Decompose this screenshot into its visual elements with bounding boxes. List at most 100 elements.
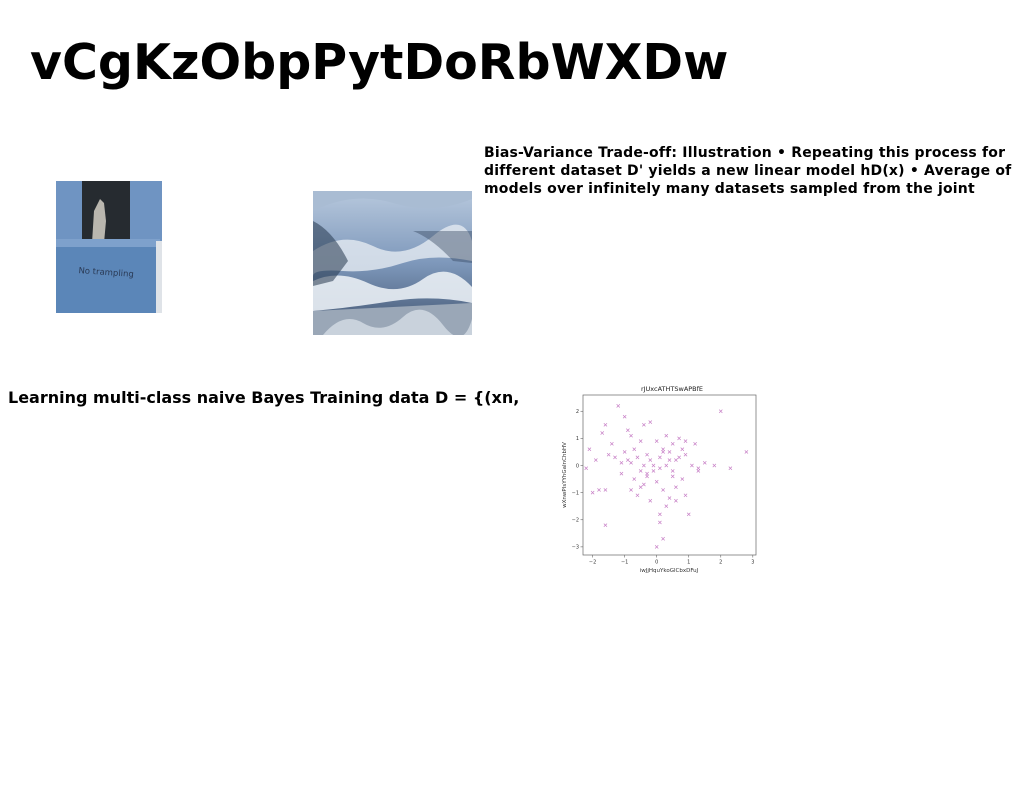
scatter-point	[622, 450, 627, 454]
y-tick-label: −3	[572, 545, 579, 551]
scatter-point	[664, 504, 669, 509]
scatter-point	[642, 463, 646, 468]
scatter-point	[744, 450, 749, 454]
scatter-point	[635, 455, 640, 460]
scatter-point	[702, 460, 707, 465]
scatter-point	[677, 455, 681, 460]
scatter-point	[600, 431, 605, 435]
paragraph-bias-variance: Bias-Variance Trade-off: Illustration • …	[484, 145, 1012, 197]
scatter-point	[674, 458, 678, 462]
scatter-point	[648, 420, 653, 424]
x-tick-label: 0	[655, 560, 658, 566]
scatter-point	[603, 523, 608, 528]
x-tick-label: 3	[751, 560, 754, 566]
scatter-point	[658, 512, 662, 517]
scatter-point	[661, 536, 665, 541]
scatter-point	[728, 466, 733, 471]
scatter-point	[683, 452, 688, 457]
scatter-point	[712, 463, 717, 468]
scatter-point	[661, 488, 665, 492]
scatter-point	[658, 455, 662, 460]
scatter-point	[683, 439, 688, 443]
scatter-point	[670, 469, 675, 473]
scatter-point	[683, 493, 688, 498]
scatter-point	[638, 485, 643, 490]
scatter-point	[616, 404, 621, 408]
scatter-point	[654, 439, 659, 443]
scatter-point	[674, 498, 678, 503]
scatter-point	[645, 471, 649, 476]
y-tick-label: 2	[576, 409, 579, 415]
scatter-point	[632, 447, 637, 452]
x-tick-label: 2	[719, 560, 722, 566]
scatter-point	[635, 493, 640, 498]
x-tick-label: −1	[621, 560, 628, 566]
scatter-point	[645, 452, 649, 457]
scatter-point	[638, 469, 643, 473]
scatter-point	[661, 447, 665, 452]
scatter-point	[674, 485, 678, 490]
scatter-point	[651, 469, 656, 473]
x-tick-label: −2	[589, 560, 596, 566]
axis-ticks: −2 −1 0 1 2 3 −3 −2 −1 0 1 2	[572, 409, 755, 565]
y-tick-label: −2	[572, 518, 579, 524]
scatter-point	[654, 545, 659, 549]
scatter-point	[587, 447, 592, 452]
scatter-point	[590, 490, 595, 495]
scatter-point	[629, 460, 633, 465]
chart-title: rJUxcATHTSwAPBfE	[641, 385, 703, 393]
scatter-chart: rJUxcATHTSwAPBfE −2 −1 0 1 2 3 −3 −2 −1 0 1 2 iwJjH…	[555, 378, 765, 578]
scatter-point	[686, 512, 691, 517]
scatter-point	[667, 458, 672, 462]
scatter-point	[626, 428, 630, 433]
y-tick-label: −1	[572, 490, 579, 496]
scatter-point	[667, 496, 672, 500]
y-axis-label: wXnwPIsYYhGaInChbHV	[562, 442, 568, 508]
scatter-point	[648, 498, 653, 503]
scatter-point	[680, 447, 685, 452]
plot-frame	[582, 394, 757, 556]
scatter-point	[670, 474, 675, 479]
scatter-point	[680, 477, 685, 481]
scatter-point	[648, 458, 653, 462]
scatter-point	[593, 458, 598, 462]
x-axis-label: iwJjHquYkoGlCbxDFuJ	[640, 568, 699, 574]
scatter-point	[619, 471, 624, 476]
scatter-point	[597, 488, 601, 492]
scatter-point	[696, 469, 701, 473]
x-tick-label: 1	[687, 560, 690, 566]
scatter-point	[606, 452, 611, 457]
scatter-point	[693, 441, 697, 446]
scatter-point	[619, 460, 624, 465]
box-photo: No trampling	[56, 181, 162, 313]
scatter-point	[629, 433, 633, 438]
scatter-point	[677, 436, 681, 441]
scatter-point	[603, 422, 608, 427]
scatter-point	[664, 463, 669, 468]
scatter-point	[658, 466, 662, 471]
scatter-point	[690, 463, 694, 468]
scatter-point	[632, 477, 637, 481]
scatter-point	[664, 433, 669, 438]
y-tick-label: 0	[576, 463, 579, 469]
paragraph-naive-bayes: Learning multi-class naive Bayes Trainin…	[8, 388, 520, 407]
scatter-point	[622, 414, 627, 419]
page-title: vCgKzObpPytDoRbWXDw	[30, 34, 729, 91]
scatter-point	[613, 455, 617, 460]
scatter-point	[658, 520, 662, 525]
scatter-point	[626, 458, 630, 462]
scatter-point	[642, 482, 646, 487]
scatter-point	[629, 488, 633, 492]
scatter-point	[642, 422, 646, 427]
scatter-point	[654, 479, 659, 484]
scatter-points	[584, 404, 749, 549]
scatter-point	[584, 466, 589, 471]
scatter-point	[718, 409, 723, 414]
scatter-point	[667, 450, 672, 454]
scatter-point	[651, 463, 656, 468]
y-tick-label: 1	[576, 436, 579, 442]
scatter-point	[603, 488, 608, 492]
scatter-point	[609, 441, 614, 446]
ice-photo	[313, 191, 472, 335]
scatter-point	[638, 439, 643, 443]
